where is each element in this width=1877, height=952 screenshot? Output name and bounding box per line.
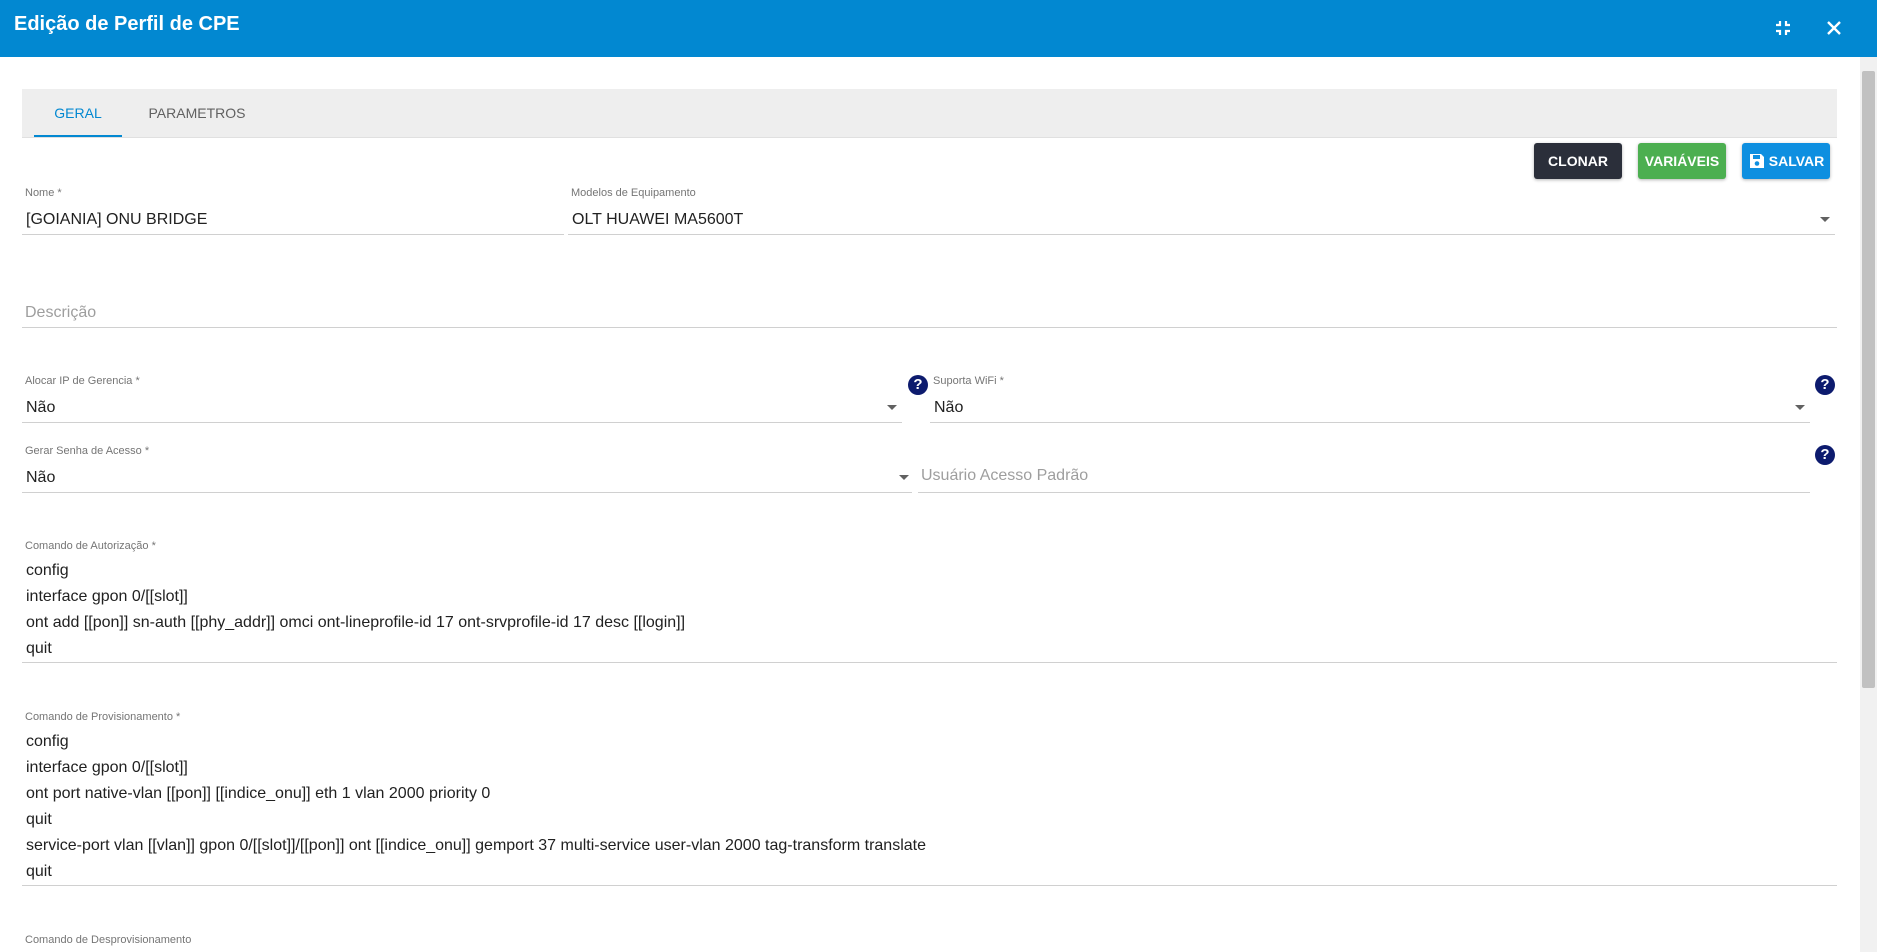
code-line: config bbox=[26, 562, 69, 579]
suporta-wifi-label: Suporta WiFi * bbox=[933, 375, 1004, 387]
code-line: config bbox=[26, 733, 69, 750]
usuario-acesso-underline bbox=[918, 492, 1810, 493]
comando-autorizacao-underline bbox=[22, 662, 1837, 663]
clone-button[interactable]: CLONAR bbox=[1534, 143, 1622, 179]
close-icon[interactable] bbox=[1818, 12, 1850, 44]
nome-label: Nome * bbox=[25, 187, 62, 199]
window-titlebar: Edição de Perfil de CPE bbox=[0, 0, 1877, 57]
alocar-ip-underline bbox=[22, 422, 902, 423]
alocar-ip-label: Alocar IP de Gerencia * bbox=[25, 375, 140, 387]
gerar-senha-label: Gerar Senha de Acesso * bbox=[25, 445, 150, 457]
comando-autorizacao-label: Comando de Autorização * bbox=[25, 540, 156, 552]
chevron-down-icon[interactable] bbox=[1820, 217, 1830, 222]
code-line: interface gpon 0/[[slot]] bbox=[26, 588, 188, 605]
usuario-acesso-placeholder: Usuário Acesso Padrão bbox=[921, 467, 1089, 484]
modelos-underline bbox=[568, 234, 1835, 235]
code-line: ont add [[pon]] sn-auth [[phy_addr]] omc… bbox=[26, 614, 686, 631]
modelos-select[interactable]: Modelos de Equipamento OLT HUAWEI MA5600… bbox=[568, 187, 1835, 235]
code-line: quit bbox=[26, 640, 52, 657]
variables-button[interactable]: VARIÁVEIS bbox=[1638, 143, 1726, 179]
vertical-scrollbar[interactable] bbox=[1860, 57, 1877, 952]
tab-parametros[interactable]: PARAMETROS bbox=[142, 89, 252, 137]
save-icon bbox=[1749, 154, 1764, 168]
suporta-wifi-underline bbox=[930, 422, 1810, 423]
compress-icon[interactable] bbox=[1767, 12, 1799, 44]
code-line: service-port vlan [[vlan]] gpon 0/[[slot… bbox=[26, 837, 926, 854]
save-button-label: SALVAR bbox=[1768, 153, 1825, 169]
alocar-ip-select[interactable]: Alocar IP de Gerencia * Não bbox=[22, 375, 902, 423]
code-line: ont port native-vlan [[pon]] [[indice_on… bbox=[26, 785, 491, 802]
scrollbar-thumb[interactable] bbox=[1862, 71, 1875, 688]
help-icon[interactable]: ? bbox=[908, 375, 928, 395]
nome-field[interactable]: Nome * [GOIANIA] ONU BRIDGE bbox=[22, 187, 564, 235]
chevron-down-icon[interactable] bbox=[887, 405, 897, 410]
usuario-acesso-field[interactable]: Usuário Acesso Padrão bbox=[918, 465, 1810, 493]
chevron-down-icon[interactable] bbox=[1795, 405, 1805, 410]
gerar-senha-select[interactable]: Gerar Senha de Acesso * Não bbox=[22, 445, 912, 493]
save-button[interactable]: SALVAR bbox=[1742, 143, 1830, 179]
help-icon[interactable]: ? bbox=[1815, 445, 1835, 465]
code-line: quit bbox=[26, 863, 52, 880]
gerar-senha-value[interactable]: Não bbox=[26, 469, 55, 487]
descricao-field[interactable]: Descrição bbox=[22, 300, 1837, 328]
window-title: Edição de Perfil de CPE bbox=[14, 13, 240, 35]
comando-desprovisionamento-textarea[interactable]: Comando de Desprovisionamento bbox=[22, 934, 1837, 952]
tab-bar: GERAL PARAMETROS bbox=[22, 89, 1837, 138]
nome-underline bbox=[22, 234, 564, 235]
comando-provisionamento-underline bbox=[22, 885, 1837, 886]
comando-provisionamento-label: Comando de Provisionamento * bbox=[25, 711, 181, 723]
comando-provisionamento-textarea[interactable]: Comando de Provisionamento * config inte… bbox=[22, 711, 1837, 886]
suporta-wifi-value[interactable]: Não bbox=[934, 399, 963, 417]
alocar-ip-value[interactable]: Não bbox=[26, 399, 55, 417]
tab-geral[interactable]: GERAL bbox=[34, 89, 122, 137]
code-line: interface gpon 0/[[slot]] bbox=[26, 759, 188, 776]
descricao-placeholder: Descrição bbox=[25, 304, 97, 321]
modelos-label: Modelos de Equipamento bbox=[571, 187, 696, 199]
descricao-underline bbox=[22, 327, 1837, 328]
comando-autorizacao-textarea[interactable]: Comando de Autorização * config interfac… bbox=[22, 540, 1837, 663]
suporta-wifi-select[interactable]: Suporta WiFi * Não bbox=[930, 375, 1810, 423]
code-line: quit bbox=[26, 811, 52, 828]
chevron-down-icon[interactable] bbox=[899, 475, 909, 480]
nome-value[interactable]: [GOIANIA] ONU BRIDGE bbox=[26, 211, 207, 229]
gerar-senha-underline bbox=[22, 492, 912, 493]
comando-desprovisionamento-label: Comando de Desprovisionamento bbox=[25, 934, 192, 946]
modelos-value[interactable]: OLT HUAWEI MA5600T bbox=[572, 211, 743, 229]
help-icon[interactable]: ? bbox=[1815, 375, 1835, 395]
